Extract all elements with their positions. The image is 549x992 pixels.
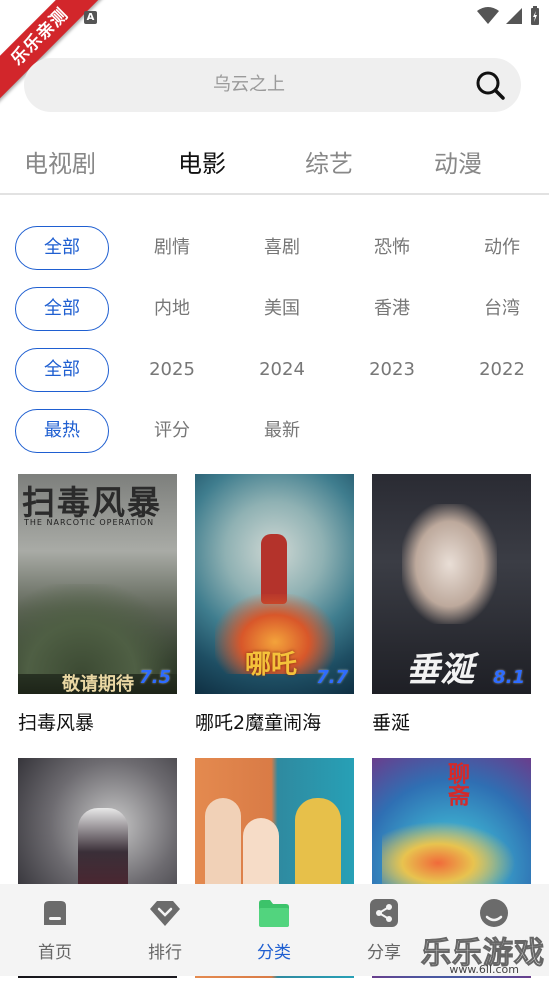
nav-label: 分享	[367, 943, 401, 963]
filter-year-option[interactable]: 2023	[352, 348, 432, 392]
poster-subtitle-text: THE NARCOTIC OPERATION	[24, 518, 155, 527]
notification-a-icon: A	[84, 11, 97, 24]
filter-row-region: 全部 内地 美国 香港 台湾	[0, 287, 549, 333]
signal-icon	[506, 8, 522, 24]
tab-movie[interactable]: 电影	[178, 144, 226, 179]
filter-region-option[interactable]: 美国	[242, 287, 322, 331]
home-icon	[44, 901, 66, 925]
battery-icon	[531, 6, 539, 25]
poster-person-left	[205, 798, 241, 898]
score-badge: 8.1	[493, 667, 525, 688]
tab-tv[interactable]: 电视剧	[24, 144, 96, 179]
filter-year-option[interactable]: 2024	[242, 348, 322, 392]
bottom-nav: 首页 排行 分类 分享 我的 乐乐游戏 www.6ll.c	[0, 884, 549, 976]
filter-year-option[interactable]: 2022	[462, 348, 542, 392]
rank-icon	[150, 901, 180, 926]
poster-title-text: 垂涎	[406, 650, 474, 690]
tab-variety[interactable]: 综艺	[305, 144, 353, 179]
folder-icon	[259, 900, 289, 927]
search-icon[interactable]	[475, 70, 505, 100]
filter-sort-hot[interactable]: 最热	[15, 409, 109, 453]
tabs-divider	[0, 193, 549, 195]
poster-note-text: 敬请期待	[62, 674, 134, 694]
profile-icon	[480, 899, 508, 927]
nav-label: 分类	[257, 943, 291, 963]
search-bar[interactable]: 乌云之上	[24, 58, 521, 112]
poster-mountain-shape	[18, 584, 177, 674]
poster-title-text: 哪吒	[245, 650, 298, 680]
filter-sort-option[interactable]: 评分	[132, 409, 212, 453]
nav-category[interactable]: 分类	[234, 898, 314, 963]
nav-label: 排行	[148, 943, 182, 963]
poster-face-shape	[402, 504, 497, 624]
nav-home[interactable]: 首页	[15, 898, 95, 963]
filter-sort-option[interactable]: 最新	[242, 409, 322, 453]
movie-poster[interactable]: 垂涎 8.1	[372, 474, 531, 694]
score-badge: 7.7	[316, 667, 348, 688]
watermark-url: www.6ll.com	[449, 963, 519, 976]
share-icon	[370, 899, 398, 927]
search-input[interactable]: 乌云之上	[24, 58, 474, 112]
filter-year-all[interactable]: 全部	[15, 348, 109, 392]
filter-genre-option[interactable]: 动作	[462, 226, 542, 270]
poster-title-text: 扫毒风暴	[22, 483, 162, 522]
filter-genre-option[interactable]: 剧情	[132, 226, 212, 270]
movie-card[interactable]: 垂涎 8.1 垂涎	[372, 474, 531, 735]
filter-genre-all[interactable]: 全部	[15, 226, 109, 270]
filter-region-option[interactable]: 内地	[132, 287, 212, 331]
category-tabs: 电视剧 电影 综艺 动漫	[0, 128, 549, 192]
filter-genre-option[interactable]: 恐怖	[352, 226, 432, 270]
movie-poster[interactable]: 哪吒 7.7	[195, 474, 354, 694]
movie-card[interactable]: 扫毒风暴 THE NARCOTIC OPERATION 敬请期待 7.5 扫毒风…	[18, 474, 177, 735]
filter-row-year: 全部 2025 2024 2023 2022	[0, 348, 549, 394]
wifi-icon	[477, 7, 499, 24]
nav-share[interactable]: 分享	[344, 898, 424, 963]
poster-title-text: 聊斋	[444, 762, 469, 806]
filter-row-genre: 全部 剧情 喜剧 恐怖 动作	[0, 226, 549, 272]
filter-region-option[interactable]: 台湾	[462, 287, 542, 331]
filter-year-option[interactable]: 2025	[132, 348, 212, 392]
tab-anime[interactable]: 动漫	[434, 144, 482, 179]
score-badge: 7.5	[139, 667, 171, 688]
filter-row-sort: 最热 评分 最新	[0, 409, 549, 455]
status-icons	[477, 6, 541, 26]
movie-card[interactable]: 哪吒 7.7 哪吒2魔童闹海	[195, 474, 354, 735]
status-bar: 乐乐亲测 A	[0, 0, 549, 105]
filter-region-all[interactable]: 全部	[15, 287, 109, 331]
filter-region-option[interactable]: 香港	[352, 287, 432, 331]
nav-rank[interactable]: 排行	[125, 898, 205, 963]
nav-label: 首页	[38, 943, 72, 963]
movie-title[interactable]: 哪吒2魔童闹海	[195, 708, 354, 735]
movie-poster[interactable]: 扫毒风暴 THE NARCOTIC OPERATION 敬请期待 7.5	[18, 474, 177, 694]
filter-genre-option[interactable]: 喜剧	[242, 226, 322, 270]
movie-title[interactable]: 垂涎	[372, 708, 531, 735]
movie-title[interactable]: 扫毒风暴	[18, 708, 177, 735]
